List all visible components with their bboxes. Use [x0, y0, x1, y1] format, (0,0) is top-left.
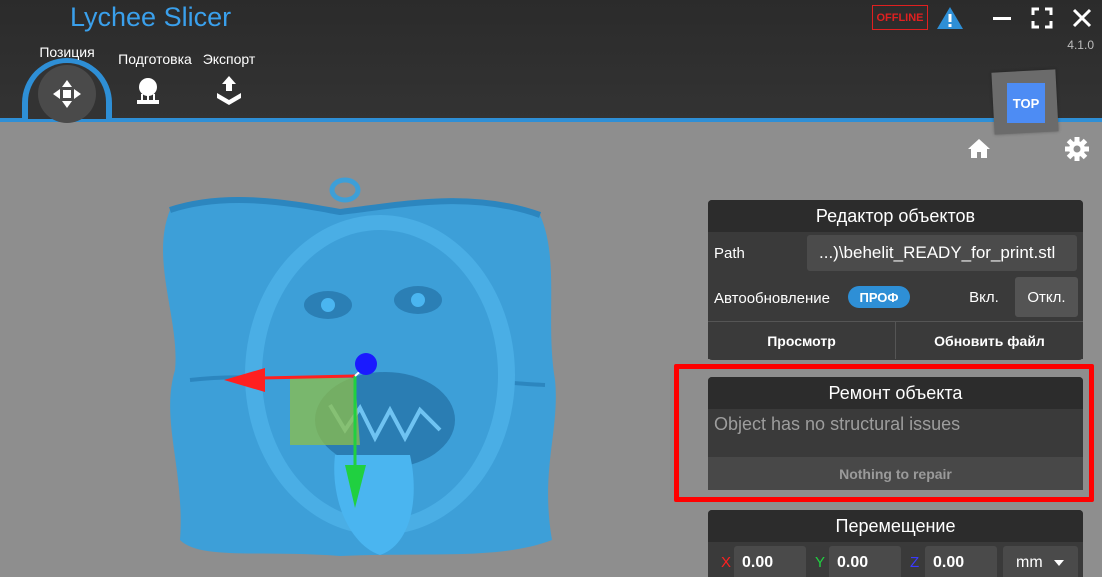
fullscreen-icon[interactable] — [1030, 6, 1054, 30]
unit-select[interactable]: mm — [1003, 546, 1078, 577]
tab-preparation-label: Подготовка — [118, 51, 192, 67]
auto-update-on-button[interactable]: Вкл. — [954, 277, 1014, 317]
unit-select-value: mm — [1016, 554, 1043, 571]
auto-update-off-button[interactable]: Откл. — [1015, 277, 1078, 317]
object-editor-title: Редактор объектов — [708, 200, 1083, 232]
version-label: 4.1.0 — [1067, 38, 1094, 52]
offline-badge[interactable]: OFFLINE — [872, 5, 928, 30]
close-icon[interactable] — [1070, 6, 1094, 30]
y-axis-label: Y — [815, 554, 826, 571]
x-position-input[interactable]: 0.00 — [734, 546, 806, 577]
pro-badge: ПРОФ — [848, 286, 910, 308]
x-axis-label: X — [721, 554, 732, 571]
gear-icon[interactable] — [1063, 135, 1091, 163]
chevron-down-icon — [1053, 560, 1064, 566]
home-icon[interactable] — [966, 136, 992, 162]
object-editor-actions: Просмотр Обновить файл — [708, 321, 1083, 359]
tab-position-button[interactable] — [38, 65, 96, 123]
z-position-input[interactable]: 0.00 — [925, 546, 997, 577]
export-icon[interactable] — [213, 74, 245, 106]
auto-update-label: Автообновление — [714, 290, 830, 307]
minimize-icon[interactable] — [990, 6, 1014, 30]
y-position-input[interactable]: 0.00 — [829, 546, 901, 577]
move-title: Перемещение — [708, 510, 1083, 542]
update-file-button[interactable]: Обновить файл — [895, 322, 1083, 359]
z-axis-label: Z — [910, 554, 920, 571]
move-arrows-icon — [53, 80, 81, 108]
app-title: Lychee Slicer — [70, 2, 232, 32]
tab-position[interactable]: Позиция — [28, 44, 106, 60]
tab-position-label: Позиция — [39, 44, 95, 60]
view-cube-top-face[interactable]: TOP — [1007, 83, 1045, 123]
tab-preparation[interactable]: Подготовка — [112, 51, 198, 67]
path-field[interactable]: ...)\behelit_READY_for_print.stl — [807, 235, 1077, 271]
tab-export-label: Экспорт — [202, 51, 256, 67]
path-label: Path — [714, 245, 745, 262]
preview-button[interactable]: Просмотр — [708, 322, 895, 359]
supports-icon[interactable] — [132, 76, 164, 108]
warning-icon[interactable] — [936, 5, 964, 31]
highlight-frame — [674, 364, 1094, 502]
tab-export[interactable]: Экспорт — [198, 51, 260, 67]
